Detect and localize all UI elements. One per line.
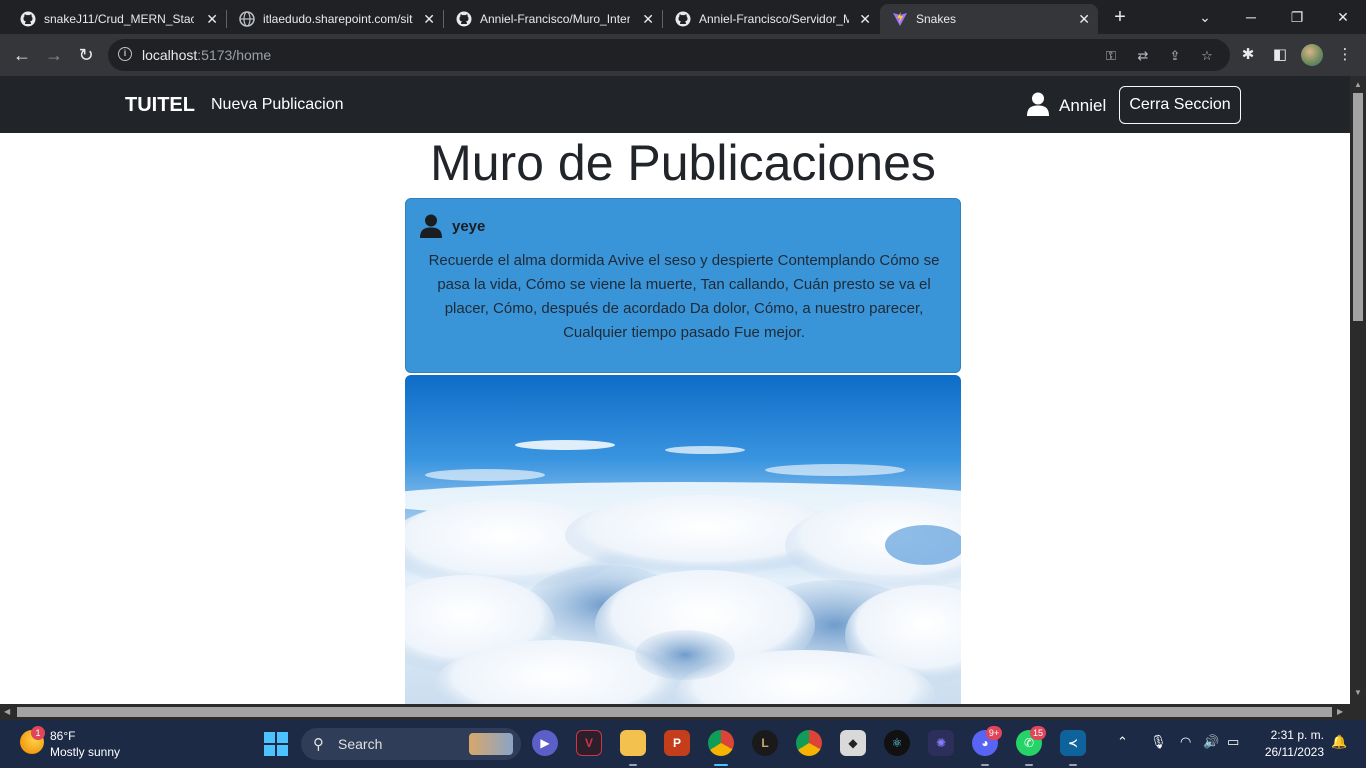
tab-title: Anniel-Francisco/Muro_Inter [480,12,630,26]
electron-icon[interactable]: ⚛ [884,730,910,756]
browser-tab-3[interactable]: Anniel-Francisco/Servidor_M ✕ [663,4,879,34]
tab-close-icon[interactable]: ✕ [859,11,871,28]
forward-icon[interactable]: → [42,43,66,67]
page-title: Muro de Publicaciones [430,135,936,191]
minimize-icon[interactable]: ─ [1228,0,1274,34]
clock-date[interactable]: 26/11/2023 [1258,745,1324,759]
league-of-legends-icon[interactable]: L [752,730,778,756]
bookmark-star-icon[interactable]: ☆ [1198,47,1216,65]
powerpoint-icon[interactable]: P [664,730,690,756]
user-icon [1027,92,1049,116]
app-running-indicator [981,764,989,766]
globe-icon [239,11,255,27]
chrome-menu-icon[interactable]: ⋮ [1335,45,1355,65]
post-image [405,375,961,704]
tab-close-icon[interactable]: ✕ [423,11,435,28]
roblox-icon[interactable]: ◆ [840,730,866,756]
tab-close-icon[interactable]: ✕ [206,11,218,28]
scroll-thumb[interactable] [1353,93,1363,321]
sky-clouds-photo [405,375,961,704]
tab-title: Anniel-Francisco/Servidor_M [699,12,849,26]
wifi-icon[interactable]: ◠ [1180,734,1191,750]
post-body: Recuerde el alma dormida Avive el seso y… [428,252,940,341]
new-tab-icon[interactable]: + [1108,6,1132,29]
scroll-up-icon[interactable]: ▲ [1354,80,1362,89]
taskbar-search[interactable]: ⚲ Search [301,728,521,760]
weather-description[interactable]: Mostly sunny [50,745,120,759]
browser-tab-strip: snakeJ11/Crud_MERN_Stack ✕ itlaedudo.sha… [0,0,1366,34]
tab-title: snakeJ11/Crud_MERN_Stack [44,12,194,26]
translate-icon[interactable]: ⇄ [1134,47,1152,65]
tab-title: itlaedudo.sharepoint.com/sit [263,12,413,26]
side-panel-icon[interactable]: ◧ [1270,45,1290,65]
horizontal-scrollbar[interactable]: ◀ ▶ [0,704,1350,720]
site-info-icon[interactable]: i [118,47,132,61]
app-active-indicator [714,764,728,766]
scroll-right-icon[interactable]: ▶ [1337,707,1343,716]
github-icon [675,11,691,27]
chrome-profile-icon[interactable] [796,730,822,756]
reload-icon[interactable]: ↻ [74,43,98,67]
restore-icon[interactable]: ❐ [1274,0,1320,34]
key-icon[interactable]: ⚿ [1102,47,1120,65]
current-user-name: Anniel [1059,96,1107,115]
valorant-icon[interactable]: V [576,730,602,756]
browser-tab-1[interactable]: itlaedudo.sharepoint.com/sit ✕ [227,4,443,34]
search-highlight-art [469,733,513,755]
url-text[interactable]: localhost:5173/home [142,47,271,63]
scroll-left-icon[interactable]: ◀ [4,707,10,716]
vscode-icon[interactable]: ≺ [1060,730,1086,756]
battery-icon[interactable]: ▭ [1227,734,1239,750]
address-bar[interactable]: i localhost:5173/home ⚿ ⇄ ⇪ ☆ [108,39,1230,71]
discord-badge: 9+ [986,726,1002,740]
logout-button[interactable]: Cerra Seccion [1119,86,1241,124]
browser-tab-4[interactable]: Snakes ✕ [880,4,1098,34]
app-running-indicator [629,764,637,766]
user-icon [420,214,442,238]
whatsapp-badge: 15 [1030,726,1046,740]
meet-icon[interactable]: ▶ [532,730,558,756]
tab-search-chevron-icon[interactable]: ⌄ [1182,0,1228,34]
weather-temperature[interactable]: 86°F [50,729,75,743]
clock-time[interactable]: 2:31 p. m. [1270,728,1324,742]
tab-close-icon[interactable]: ✕ [642,11,654,28]
browser-tab-2[interactable]: Anniel-Francisco/Muro_Inter ✕ [444,4,662,34]
share-icon[interactable]: ⇪ [1166,47,1184,65]
window-close-icon[interactable]: ✕ [1320,0,1366,34]
app-navbar: TUITEL Nueva Publicacion Anniel Cerra Se… [0,76,1350,133]
microphone-icon[interactable]: 🎙 [1150,734,1167,750]
profile-avatar[interactable] [1301,44,1323,66]
chrome-icon[interactable] [708,730,734,756]
file-explorer-icon[interactable] [620,730,646,756]
tab-title: Snakes [916,12,957,26]
app-running-indicator [1069,764,1077,766]
browser-toolbar: ← → ↻ i localhost:5173/home ⚿ ⇄ ⇪ ☆ ✱ ◧ … [0,34,1366,76]
page-viewport: TUITEL Nueva Publicacion Anniel Cerra Se… [0,76,1350,704]
windows-taskbar: 1 86°F Mostly sunny ⚲ Search ▶ V P L ◆ ⚛… [0,720,1366,768]
back-icon[interactable]: ← [10,43,34,67]
notifications-bell-icon[interactable]: 🔔 [1331,734,1347,750]
scroll-down-icon[interactable]: ▼ [1354,688,1362,697]
scroll-corner [1350,704,1366,720]
vertical-scrollbar[interactable]: ▲ ▼ [1350,76,1366,704]
search-icon: ⚲ [313,736,324,753]
network-app-icon[interactable]: ✺ [928,730,954,756]
new-post-link[interactable]: Nueva Publicacion [211,96,344,114]
brand-logo[interactable]: TUITEL [125,94,195,117]
tab-close-icon[interactable]: ✕ [1078,11,1090,28]
post-author: yeye [452,218,486,235]
github-icon [20,11,36,27]
tray-chevron-up-icon[interactable]: ⌃ [1117,734,1128,750]
scroll-thumb[interactable] [17,707,1332,717]
search-label: Search [338,736,383,752]
github-icon [456,11,472,27]
volume-icon[interactable]: 🔊 [1203,734,1219,750]
extensions-icon[interactable]: ✱ [1238,45,1258,65]
windows-start-icon[interactable] [264,732,288,756]
browser-tab-0[interactable]: snakeJ11/Crud_MERN_Stack ✕ [8,4,226,34]
vite-icon [892,11,908,27]
app-running-indicator [1025,764,1033,766]
weather-badge: 1 [31,726,45,740]
post-card: yeye Recuerde el alma dormida Avive el s… [405,198,961,373]
